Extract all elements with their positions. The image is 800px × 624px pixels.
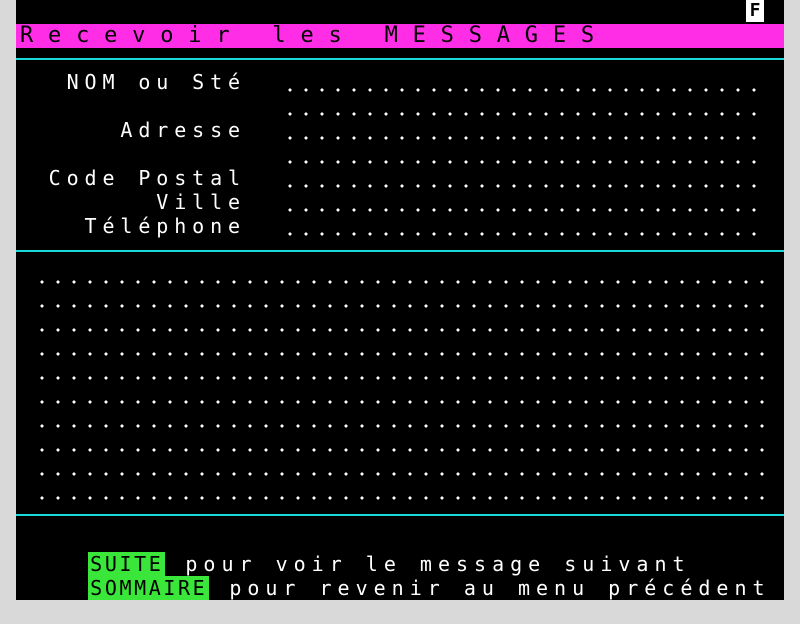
connection-status-indicator: F: [746, 0, 764, 22]
divider-middle: [16, 250, 784, 252]
label-telephone: Téléphone: [84, 214, 246, 238]
message-line[interactable]: [40, 336, 768, 360]
code-postal-field[interactable]: [288, 168, 768, 192]
message-line[interactable]: [40, 360, 768, 384]
nom-field[interactable]: [288, 72, 768, 96]
message-line[interactable]: [40, 312, 768, 336]
divider-bottom: [16, 514, 784, 516]
message-line[interactable]: [40, 456, 768, 480]
message-line[interactable]: [40, 480, 768, 504]
message-line[interactable]: [40, 408, 768, 432]
sommaire-key[interactable]: SOMMAIRE: [88, 576, 210, 600]
footer-sommaire-line: SOMMAIRE pour revenir au menu précédent: [16, 552, 771, 600]
telephone-field[interactable]: [288, 216, 768, 240]
message-line[interactable]: [40, 264, 768, 288]
label-nom: NOM ou Sté: [66, 70, 246, 94]
label-ville: Ville: [156, 190, 246, 214]
ville-field[interactable]: [288, 192, 768, 216]
adresse-field-line-2[interactable]: [288, 144, 768, 168]
footer-suite-line: SUITE pour voir le message suivant: [16, 528, 691, 576]
message-line[interactable]: [40, 432, 768, 456]
divider-top: [16, 58, 784, 60]
label-adresse: Adresse: [120, 118, 246, 142]
minitel-screen: F Recevoir les MESSAGES NOM ou Sté Adres…: [16, 0, 784, 600]
nom-field-line-2[interactable]: [288, 96, 768, 120]
sommaire-instruction: pour revenir au menu précédent: [229, 576, 771, 600]
message-line[interactable]: [40, 288, 768, 312]
label-code-postal: Code Postal: [48, 166, 246, 190]
adresse-field[interactable]: [288, 120, 768, 144]
page-title: Recevoir les MESSAGES: [20, 23, 609, 48]
message-line[interactable]: [40, 384, 768, 408]
